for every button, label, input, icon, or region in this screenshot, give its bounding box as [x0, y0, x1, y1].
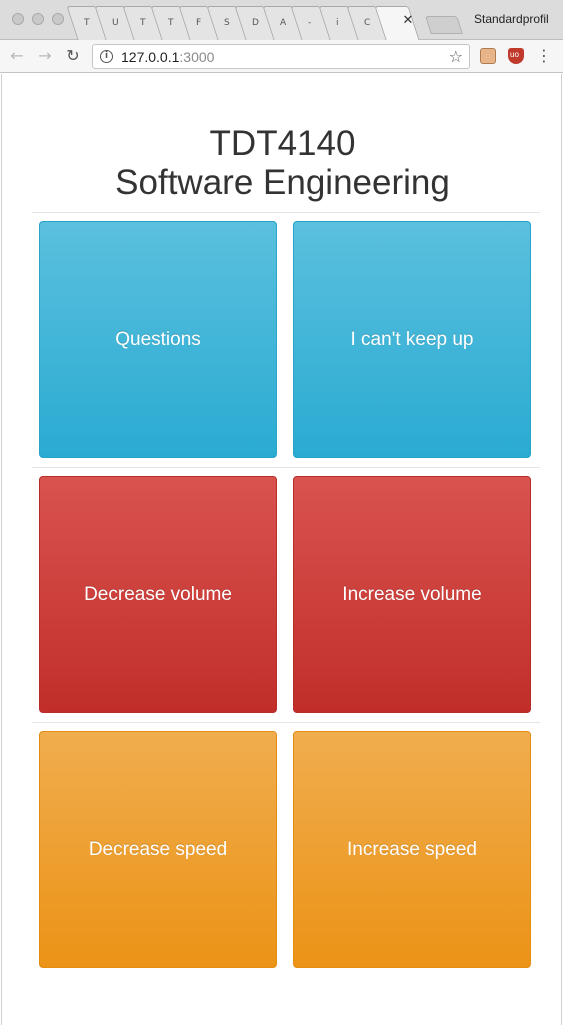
minimize-window-icon[interactable] [32, 13, 44, 25]
extension-icon[interactable] [480, 48, 496, 64]
back-arrow-icon[interactable]: ← [6, 45, 28, 67]
browser-toolbar: ← → ↻ i 127.0.0.1:3000 ☆ ⋮ [0, 40, 563, 73]
decrease-speed-button[interactable]: Decrease speed [39, 731, 277, 968]
tab-favicon: U [112, 18, 119, 28]
forward-arrow-icon[interactable]: → [34, 45, 56, 67]
url-host: 127.0.0.1 [121, 49, 180, 65]
menu-dots-icon[interactable]: ⋮ [536, 46, 552, 66]
tab-favicon: i [336, 18, 339, 28]
tab-favicon: T [84, 18, 90, 28]
url-port: :3000 [179, 49, 215, 65]
divider [32, 212, 540, 213]
tab-favicon: - [308, 18, 312, 28]
tab-favicon: T [168, 18, 174, 28]
tab-favicon: T [140, 18, 146, 28]
course-name: Software Engineering [115, 163, 450, 202]
tab-favicon: C [364, 18, 371, 28]
decrease-volume-button[interactable]: Decrease volume [39, 476, 277, 713]
ublock-shield-icon[interactable] [508, 48, 524, 64]
increase-volume-button[interactable]: Increase volume [293, 476, 531, 713]
new-tab-button[interactable] [425, 16, 463, 34]
close-window-icon[interactable] [12, 13, 24, 25]
tab-strip: T U T T F S D A - i C ✕ Standardprofil [0, 0, 563, 40]
divider [32, 467, 540, 468]
info-icon[interactable]: i [100, 50, 113, 63]
reload-icon[interactable]: ↻ [62, 45, 84, 67]
questions-button[interactable]: Questions [39, 221, 277, 458]
tab-favicon: S [224, 18, 230, 28]
course-code: TDT4140 [209, 124, 356, 163]
tab-favicon: A [280, 18, 287, 28]
tab-favicon: D [252, 18, 259, 28]
bookmark-star-icon[interactable]: ☆ [449, 47, 463, 66]
browser-window: T U T T F S D A - i C ✕ Standardprofil ←… [0, 0, 563, 1025]
profile-name[interactable]: Standardprofil [474, 12, 549, 26]
address-bar[interactable]: i 127.0.0.1:3000 ☆ [92, 44, 470, 69]
url-text[interactable]: 127.0.0.1:3000 [121, 49, 214, 65]
page-title: TDT4140 Software Engineering [2, 124, 563, 202]
divider [32, 722, 540, 723]
increase-speed-button[interactable]: Increase speed [293, 731, 531, 968]
tab-close-icon[interactable]: ✕ [401, 14, 415, 28]
cant-keep-up-button[interactable]: I can't keep up [293, 221, 531, 458]
page-content: TDT4140 Software Engineering Questions I… [1, 74, 562, 1025]
maximize-window-icon[interactable] [52, 13, 64, 25]
tab-favicon: F [196, 18, 202, 28]
